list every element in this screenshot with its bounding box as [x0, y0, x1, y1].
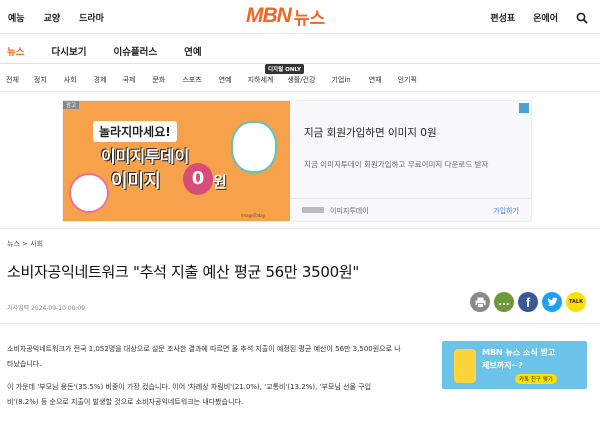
logo-mbn: MBN — [246, 4, 292, 27]
ad-info-icon[interactable] — [519, 103, 529, 113]
logo-news: 뉴스 — [293, 8, 326, 29]
ad-image-line1: 놀라지마세요! — [93, 121, 177, 142]
site-logo[interactable]: MBN 뉴스 — [246, 4, 326, 29]
banner-ad[interactable]: 놀라지마세요! 이미지투데이 이미지 0 원 ImageToday 광고 지금 … — [62, 100, 532, 222]
ad-description: 지금 이미지투데이 회원가입하고 무료이미지 다운로드 받자 — [304, 160, 489, 169]
kakao-character-image — [454, 349, 476, 383]
top-link-culture[interactable]: 교양 — [44, 11, 61, 24]
category-item[interactable]: 정치 — [34, 75, 47, 85]
ad-image[interactable]: 놀라지마세요! 이미지투데이 이미지 0 원 ImageToday — [63, 101, 290, 221]
article-paragraph: 소비자공익네트워크가 전국 1,052명을 대상으로 설문 조사한 결과에 따르… — [7, 345, 401, 368]
category-item[interactable]: 연재 — [369, 75, 382, 85]
schedule-link[interactable]: 편성표 — [490, 11, 515, 24]
category-item[interactable]: 지하세계 — [248, 75, 274, 85]
kakao-friend-button[interactable]: 카톡 친구 맺기 — [515, 374, 557, 384]
main-nav: 뉴스 다시보기 이슈플러스 연예 — [0, 34, 600, 64]
side-ad-line1: MBN 뉴스 소식 받고 — [482, 348, 556, 357]
side-ad-line2: 제보까지~? — [482, 361, 523, 370]
kakao-icon[interactable]: TALK — [566, 292, 586, 312]
ad-image-won: 원 — [213, 173, 227, 191]
category-item[interactable]: 경제 — [94, 75, 107, 85]
share-bar: ... f TALK — [470, 292, 586, 312]
ad-image-coin: 0 — [183, 163, 213, 195]
ad-image-line2: 이미지투데이 — [101, 147, 190, 166]
search-icon[interactable] — [576, 12, 588, 24]
ad-label: 광고 — [63, 101, 80, 109]
ad-mascot-image — [231, 121, 277, 173]
category-item[interactable]: 전체 — [6, 75, 19, 85]
category-item[interactable]: 인기픽 — [398, 75, 417, 85]
ad-headline[interactable]: 지금 회원가입하면 이미지 0원 — [304, 125, 437, 140]
top-link-entertainment[interactable]: 예능 — [8, 11, 25, 24]
onair-link[interactable]: 온에어 — [533, 11, 558, 24]
article-title: 소비자공익네트워크 "추석 지출 예산 평균 56만 3500원" — [7, 263, 359, 281]
twitter-icon[interactable] — [542, 292, 562, 312]
category-item[interactable]: 기업in — [331, 75, 350, 85]
nav-issueplus[interactable]: 이슈플러스 — [113, 44, 157, 58]
digital-only-badge: 디지털 ONLY — [265, 64, 305, 74]
article-body: 소비자공익네트워크가 전국 1,052명을 대상으로 설문 조사한 결과에 따르… — [7, 342, 402, 418]
nav-entertainment[interactable]: 연예 — [184, 44, 201, 58]
ad-image-brand: ImageToday — [241, 213, 266, 218]
ad-source-logo — [302, 207, 324, 213]
divider — [0, 323, 600, 324]
divider — [0, 228, 600, 229]
comment-icon[interactable]: ... — [494, 292, 514, 312]
ad-source: 이미지투데이 — [330, 207, 369, 215]
breadcrumb[interactable]: 뉴스 > 사회 — [7, 239, 43, 249]
category-item[interactable]: 생활/건강 — [287, 75, 315, 85]
category-item[interactable]: 연예 — [219, 75, 232, 85]
ad-image-line3: 이미지 — [111, 171, 161, 192]
kakao-subscribe-banner[interactable]: MBN 뉴스 소식 받고 제보까지~? 카톡 친구 맺기 — [442, 341, 587, 389]
category-item[interactable]: 문화 — [152, 75, 165, 85]
top-right-links: 편성표 온에어 — [490, 11, 588, 24]
nav-replay[interactable]: 다시보기 — [51, 44, 86, 58]
article-paragraph: 이 가운데 '부모님 용돈'(35.5%) 비중이 가장 컸습니다. 이어 '차… — [7, 383, 372, 406]
category-item[interactable]: 국제 — [123, 75, 136, 85]
ad-mascot-image — [69, 173, 109, 213]
ad-footer: 이미지투데이 가입하기 — [290, 198, 531, 222]
ad-cta-link[interactable]: 가입하기 — [493, 206, 519, 216]
category-item[interactable]: 사회 — [64, 75, 77, 85]
print-icon[interactable] — [470, 292, 490, 312]
nav-news[interactable]: 뉴스 — [7, 44, 24, 58]
top-bar: 예능 교양 드라마 MBN 뉴스 편성표 온에어 — [0, 0, 600, 34]
top-link-drama[interactable]: 드라마 — [79, 11, 104, 24]
top-links: 예능 교양 드라마 — [8, 11, 104, 24]
article-date: 기사입력 2024-09-10 00:09 — [7, 305, 86, 312]
facebook-icon[interactable]: f — [518, 292, 538, 312]
category-item[interactable]: 스포츠 — [182, 75, 201, 85]
